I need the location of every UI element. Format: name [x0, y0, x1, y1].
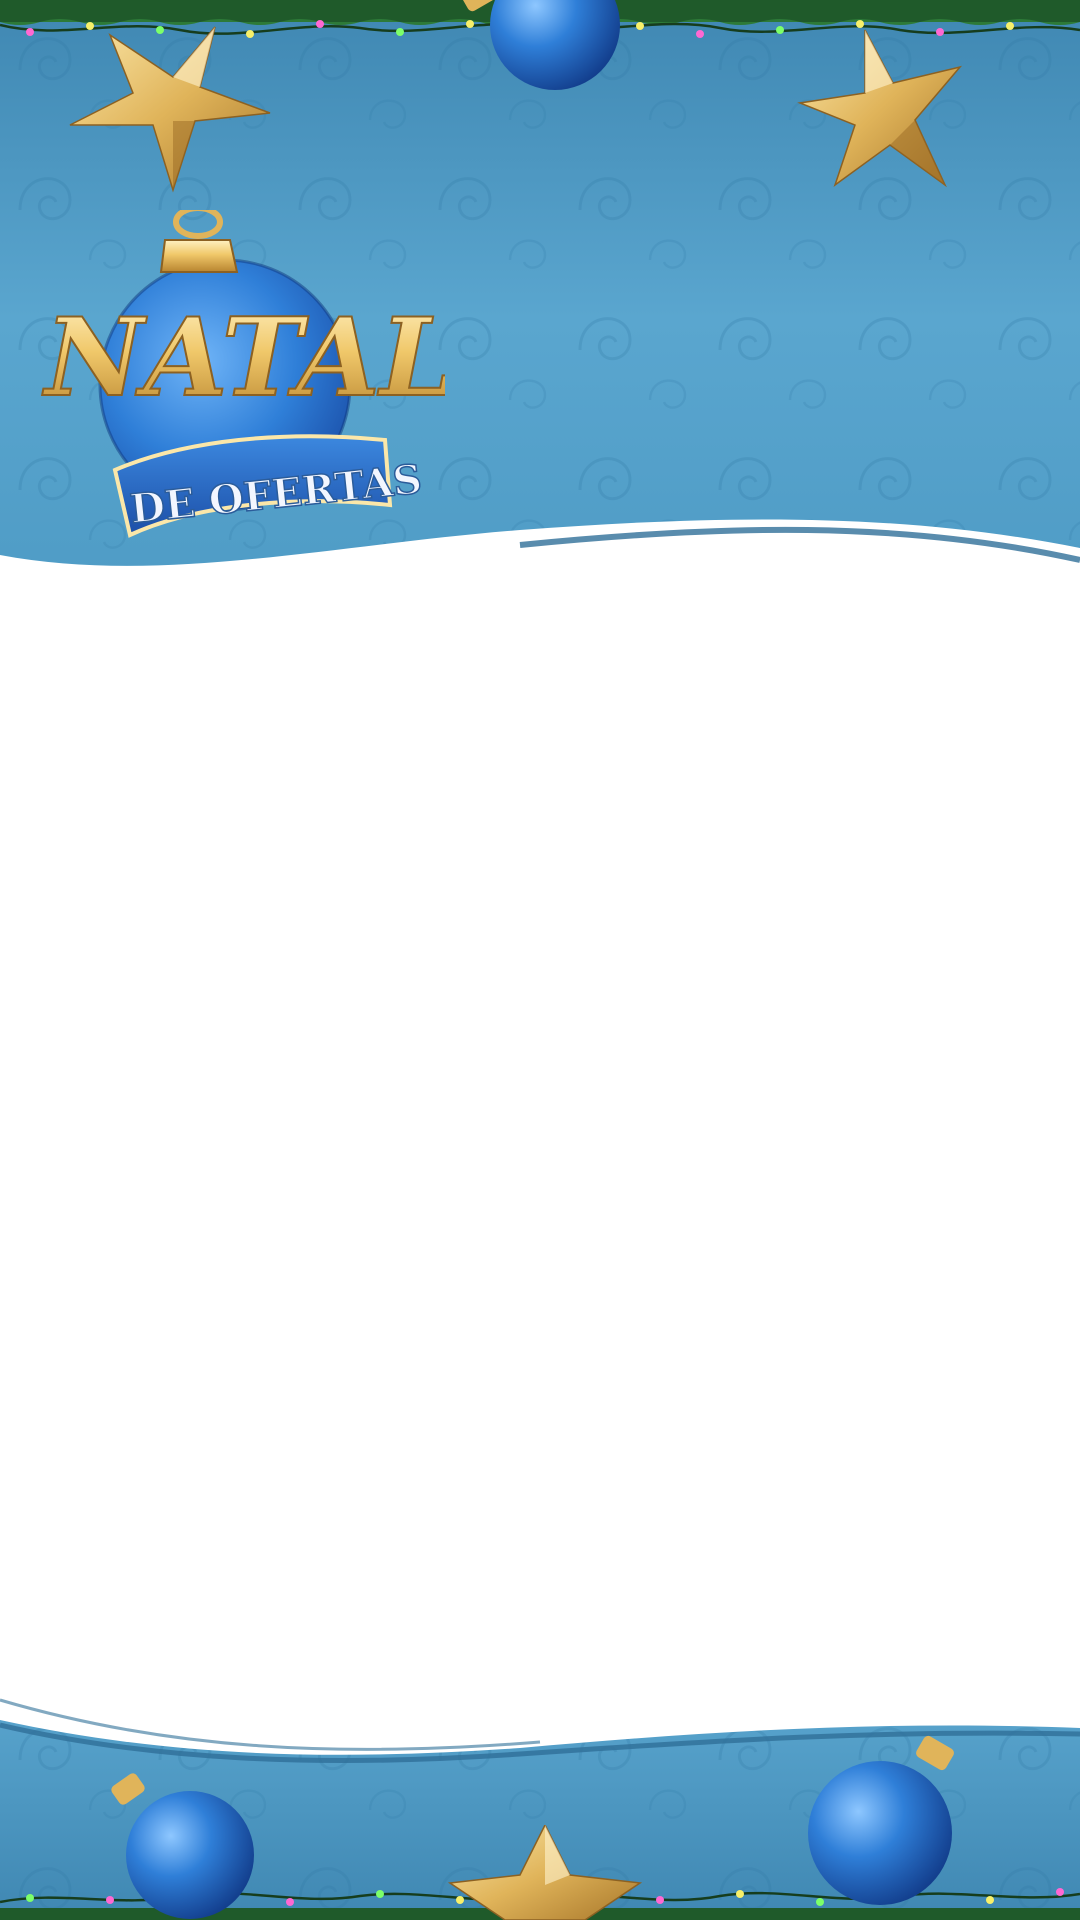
content-area: [0, 580, 1080, 1710]
christmas-ornament-icon: [808, 1735, 954, 1905]
christmas-ornament-icon: [461, 0, 620, 90]
christmas-offers-canvas: NATAL DE OFERTAS: [0, 0, 1080, 1920]
star-icon: [797, 29, 963, 188]
star-icon: [69, 26, 271, 193]
natal-de-ofertas-logo: NATAL DE OFERTAS: [41, 210, 445, 538]
logo-title: NATAL: [42, 295, 445, 421]
christmas-ornament-icon: [111, 1773, 254, 1919]
star-icon: [447, 1825, 643, 1920]
